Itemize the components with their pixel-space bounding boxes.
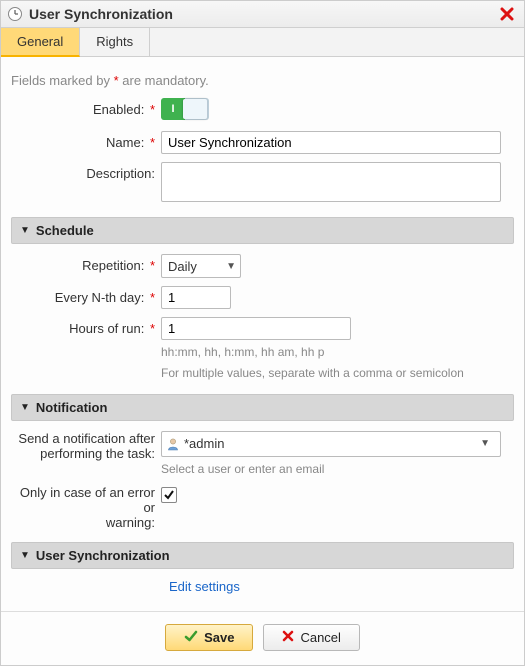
only-error-checkbox[interactable]	[161, 487, 177, 503]
hours-hint1: hh:mm, hh, h:mm, hh am, hh p	[161, 344, 514, 361]
req-name: *	[150, 135, 155, 150]
label-send-notif-2: performing the task:	[11, 446, 155, 461]
save-button[interactable]: Save	[165, 624, 253, 651]
section-user-sync[interactable]: ▼ User Synchronization	[11, 542, 514, 569]
repetition-value: Daily	[168, 259, 197, 274]
notification-user-value: *admin	[184, 436, 224, 451]
row-edit-settings: Edit settings	[169, 579, 514, 594]
notification-hint: Select a user or enter an email	[161, 461, 514, 478]
label-name: Name: *	[11, 131, 161, 150]
user-icon	[166, 437, 180, 451]
edit-settings-link[interactable]: Edit settings	[169, 579, 240, 594]
label-repetition: Repetition: *	[11, 254, 161, 273]
label-description: Description:	[11, 162, 161, 181]
button-bar: Save Cancel	[1, 611, 524, 665]
req-every-nth: *	[150, 290, 155, 305]
section-notification[interactable]: ▼ Notification	[11, 394, 514, 421]
dialog-body: Fields marked by * are mandatory. Enable…	[1, 57, 524, 611]
label-name-text: Name:	[106, 135, 144, 150]
section-usersync-title: User Synchronization	[36, 548, 170, 563]
check-icon	[163, 489, 175, 501]
label-hours-text: Hours of run:	[69, 321, 144, 336]
row-repetition: Repetition: * Daily ▼	[11, 254, 514, 278]
tab-bar: General Rights	[1, 28, 524, 57]
row-send-notification: Send a notification after performing the…	[11, 431, 514, 478]
caret-icon: ▼	[20, 402, 30, 413]
label-enabled-text: Enabled:	[93, 102, 144, 117]
row-description: Description:	[11, 162, 514, 205]
label-hours: Hours of run: *	[11, 317, 161, 336]
label-send-notif-1: Send a notification after	[11, 431, 155, 446]
row-enabled: Enabled: * I	[11, 98, 514, 123]
row-every-nth: Every N-th day: *	[11, 286, 514, 309]
section-schedule[interactable]: ▼ Schedule	[11, 217, 514, 244]
row-name: Name: *	[11, 131, 514, 154]
label-enabled: Enabled: *	[11, 98, 161, 117]
label-only-error-2: warning:	[11, 515, 155, 530]
toggle-on-label: I	[161, 98, 185, 120]
label-send-notification: Send a notification after performing the…	[11, 431, 161, 461]
chevron-down-icon: ▼	[226, 261, 236, 272]
every-nth-input[interactable]	[161, 286, 231, 309]
enabled-toggle[interactable]: I	[161, 98, 209, 120]
label-only-error: Only in case of an error or warning:	[11, 485, 161, 530]
tab-rights[interactable]: Rights	[80, 28, 150, 56]
label-description-text: Description:	[86, 166, 155, 181]
mandatory-hint-pre: Fields marked by	[11, 73, 114, 88]
close-icon	[282, 630, 294, 645]
req-hours: *	[150, 321, 155, 336]
mandatory-hint-post: are mandatory.	[119, 73, 209, 88]
req-enabled: *	[150, 102, 155, 117]
row-only-error: Only in case of an error or warning:	[11, 485, 514, 530]
save-button-label: Save	[204, 630, 234, 645]
label-every-nth: Every N-th day: *	[11, 286, 161, 305]
hours-hint2: For multiple values, separate with a com…	[161, 365, 514, 382]
repetition-select[interactable]: Daily ▼	[161, 254, 241, 278]
row-hours: Hours of run: * hh:mm, hh, h:mm, hh am, …	[11, 317, 514, 382]
hours-input[interactable]	[161, 317, 351, 340]
mandatory-hint: Fields marked by * are mandatory.	[11, 73, 514, 88]
dialog-title: User Synchronization	[29, 6, 498, 22]
label-every-nth-text: Every N-th day:	[55, 290, 145, 305]
name-input[interactable]	[161, 131, 501, 154]
check-icon	[184, 629, 198, 646]
description-input[interactable]	[161, 162, 501, 202]
toggle-knob	[183, 99, 207, 119]
clock-icon	[7, 6, 23, 22]
title-bar: User Synchronization	[1, 1, 524, 28]
section-schedule-title: Schedule	[36, 223, 94, 238]
cancel-button-label: Cancel	[300, 630, 340, 645]
notification-user-combo[interactable]: *admin ▼	[161, 431, 501, 457]
req-repetition: *	[150, 258, 155, 273]
cancel-button[interactable]: Cancel	[263, 624, 359, 651]
caret-icon: ▼	[20, 225, 30, 236]
section-notification-title: Notification	[36, 400, 108, 415]
caret-icon: ▼	[20, 550, 30, 561]
label-repetition-text: Repetition:	[82, 258, 144, 273]
label-only-error-1: Only in case of an error or	[11, 485, 155, 515]
chevron-down-icon[interactable]: ▼	[476, 438, 494, 449]
tab-general[interactable]: General	[1, 28, 80, 57]
close-button[interactable]	[498, 5, 516, 23]
